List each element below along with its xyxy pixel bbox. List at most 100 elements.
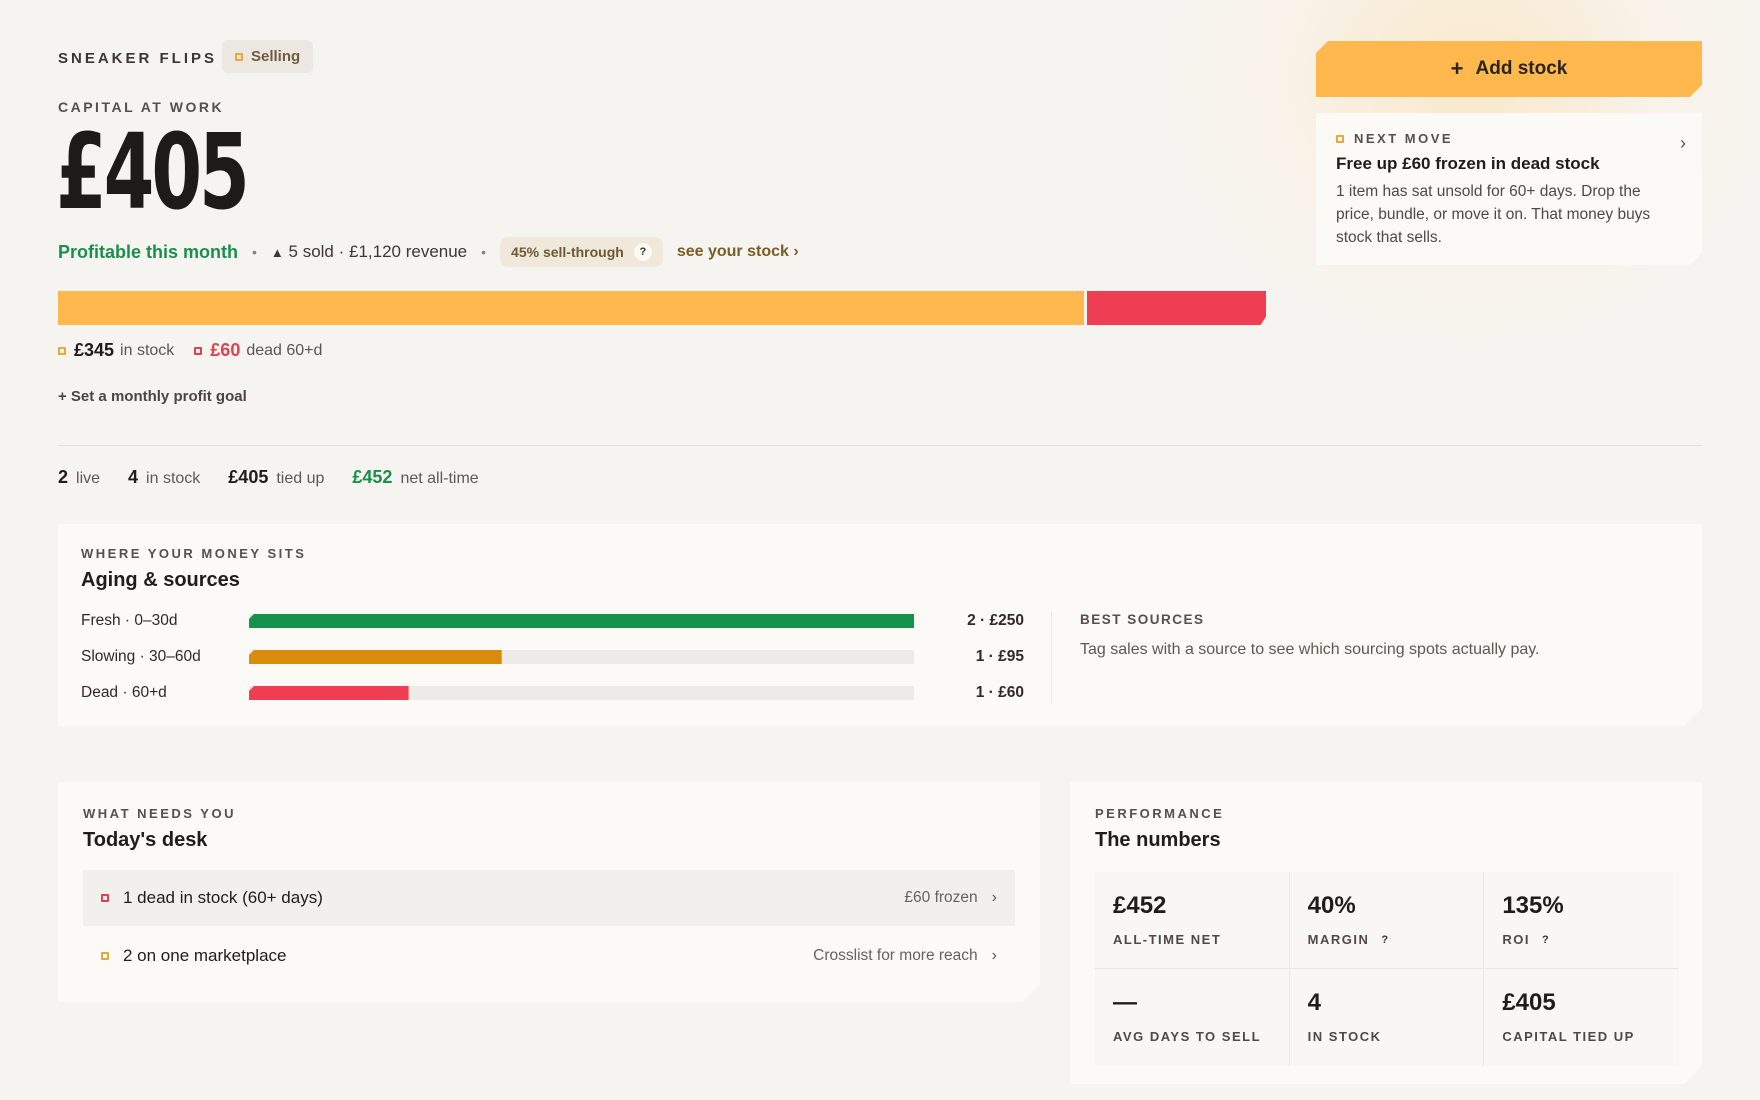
- amber-square-icon: [1336, 135, 1344, 143]
- perf-value: 40%: [1307, 892, 1356, 919]
- capital-bar-dead: [1087, 291, 1266, 325]
- aging-divider: [1051, 612, 1052, 704]
- perf-label: AVG DAYS TO SELL: [1113, 1029, 1271, 1044]
- perf-cell-roi: 135% ROI?: [1484, 872, 1679, 969]
- perf-label-text: CAPITAL TIED UP: [1502, 1029, 1635, 1044]
- perf-label: ROI?: [1502, 932, 1661, 947]
- perf-value: 4: [1307, 989, 1322, 1016]
- amber-square-icon: [101, 952, 109, 960]
- perf-value: £405: [1502, 989, 1556, 1016]
- legend-in-stock: £345 in stock: [58, 340, 174, 361]
- profit-status: Profitable this month: [58, 241, 238, 262]
- aging-row-fresh: Fresh · 0–30d 2 · £250: [81, 612, 1024, 630]
- perf-cell-in-stock: 4 IN STOCK: [1290, 969, 1485, 1066]
- aging-eyebrow: WHERE YOUR MONEY SITS: [81, 546, 307, 561]
- set-goal-link[interactable]: + Set a monthly profit goal: [58, 388, 247, 405]
- sold-summary: ▲ 5 sold · £1,120 revenue: [271, 242, 467, 262]
- brand-title: SNEAKER FLIPS: [58, 50, 218, 67]
- aging-row-label: Dead · 60+d: [81, 684, 167, 701]
- performance-card: PERFORMANCE The numbers £452 ALL-TIME NE…: [1070, 782, 1702, 1084]
- aging-track: [249, 650, 914, 664]
- aging-card: WHERE YOUR MONEY SITS Aging & sources Fr…: [58, 524, 1702, 726]
- legend-in-stock-value: £345: [74, 340, 115, 360]
- perf-value: 135%: [1502, 892, 1564, 919]
- desk-item-dead-stock[interactable]: 1 dead in stock (60+ days) £60 frozen ›: [83, 870, 1015, 926]
- perf-label-text: AVG DAYS TO SELL: [1113, 1029, 1262, 1044]
- status-pill-label: Selling: [251, 48, 301, 65]
- add-stock-button[interactable]: + Add stock: [1316, 41, 1702, 97]
- stat-label: live: [76, 470, 101, 487]
- perf-cell-all-time-net: £452 ALL-TIME NET: [1095, 872, 1290, 969]
- capital-bar: [58, 291, 1266, 325]
- desk-item-text: 1 dead in stock (60+ days): [123, 888, 323, 907]
- help-icon[interactable]: ?: [1381, 934, 1389, 946]
- aging-fill-fresh: [249, 614, 914, 628]
- best-sources-title: BEST SOURCES: [1080, 612, 1205, 627]
- separator-dot: •: [481, 244, 487, 260]
- stats-strip: 2 live 4 in stock £405 tied up £452 net all-…: [58, 467, 479, 488]
- perf-label-text: IN STOCK: [1307, 1029, 1382, 1044]
- stat-value: £452: [352, 467, 393, 487]
- legend-in-stock-label: in stock: [120, 341, 175, 359]
- status-pill[interactable]: Selling: [222, 40, 314, 73]
- best-sources-body: Tag sales with a source to see which sou…: [1080, 641, 1540, 658]
- performance-grid: £452 ALL-TIME NET 40% MARGIN? 135% ROI? …: [1095, 872, 1679, 1066]
- aging-row-dead: Dead · 60+d 1 · £60: [81, 684, 1024, 702]
- status-square-icon: [235, 52, 243, 61]
- capital-value: £405: [56, 111, 250, 233]
- perf-label: MARGIN?: [1308, 932, 1466, 947]
- stat-net-all-time: £452 net all-time: [352, 467, 478, 488]
- perf-label: CAPITAL TIED UP: [1502, 1029, 1661, 1044]
- legend-dead: £60 dead 60+d: [194, 340, 322, 361]
- perf-label-text: ALL-TIME NET: [1113, 932, 1222, 947]
- chevron-right-icon: ›: [991, 889, 997, 906]
- perf-label-text: MARGIN: [1307, 932, 1370, 947]
- next-move-card[interactable]: NEXT MOVE Free up £60 frozen in dead sto…: [1316, 113, 1702, 265]
- aging-row-label: Fresh · 0–30d: [81, 612, 178, 629]
- stat-value: £405: [228, 467, 269, 487]
- perf-cell-margin: 40% MARGIN?: [1290, 872, 1485, 969]
- capital-bar-in-stock: [58, 291, 1084, 325]
- stat-live: 2 live: [58, 467, 100, 488]
- help-icon[interactable]: ?: [1542, 934, 1550, 946]
- aging-row-slowing: Slowing · 30–60d 1 · £95: [81, 648, 1024, 666]
- next-move-body: 1 item has sat unsold for 60+ days. Drop…: [1336, 183, 1651, 246]
- separator-dot: •: [252, 244, 257, 260]
- desk-title: Today's desk: [83, 829, 208, 851]
- capital-legend: £345 in stock £60 dead 60+d: [58, 340, 322, 361]
- up-triangle-icon: ▲: [270, 245, 284, 260]
- stat-label: tied up: [276, 470, 325, 487]
- legend-dead-value: £60: [210, 340, 241, 360]
- stat-value: 2: [58, 467, 69, 487]
- help-icon[interactable]: ?: [633, 243, 652, 261]
- sell-through-chip[interactable]: 45% sell-through ?: [500, 237, 663, 267]
- aging-fill-dead: [249, 686, 409, 700]
- stat-in-stock: 4 in stock: [128, 467, 200, 488]
- next-move-title: Free up £60 frozen in dead stock: [1336, 154, 1600, 173]
- plus-icon: +: [1450, 56, 1464, 81]
- desk-card: WHAT NEEDS YOU Today's desk 1 dead in st…: [58, 782, 1040, 1002]
- aging-track: [249, 614, 914, 628]
- next-move-eyebrow: NEXT MOVE: [1336, 131, 1682, 146]
- perf-value: £452: [1113, 892, 1167, 919]
- see-stock-link[interactable]: see your stock ›: [677, 243, 799, 261]
- aging-row-value: 2 · £250: [967, 612, 1024, 629]
- perf-label-text: ROI: [1502, 932, 1530, 947]
- desk-eyebrow: WHAT NEEDS YOU: [83, 806, 236, 821]
- sold-summary-text: 5 sold · £1,120 revenue: [288, 242, 468, 261]
- desk-item-one-marketplace[interactable]: 2 on one marketplace Crosslist for more …: [83, 928, 1015, 984]
- performance-title: The numbers: [1095, 829, 1221, 851]
- chevron-right-icon: ›: [1680, 133, 1686, 153]
- perf-label: ALL-TIME NET: [1113, 932, 1271, 947]
- desk-item-sub: £60 frozen: [904, 889, 978, 906]
- aging-row-label: Slowing · 30–60d: [81, 648, 201, 665]
- divider: [58, 445, 1702, 446]
- next-move-eyebrow-text: NEXT MOVE: [1354, 131, 1454, 146]
- capital-bar-gap: [1084, 291, 1087, 325]
- add-stock-label: Add stock: [1475, 58, 1568, 79]
- chevron-right-icon: ›: [991, 947, 997, 964]
- stat-label: in stock: [146, 470, 201, 487]
- red-square-icon: [101, 894, 109, 902]
- perf-cell-capital-tied-up: £405 CAPITAL TIED UP: [1484, 969, 1679, 1066]
- legend-dead-label: dead 60+d: [246, 341, 323, 359]
